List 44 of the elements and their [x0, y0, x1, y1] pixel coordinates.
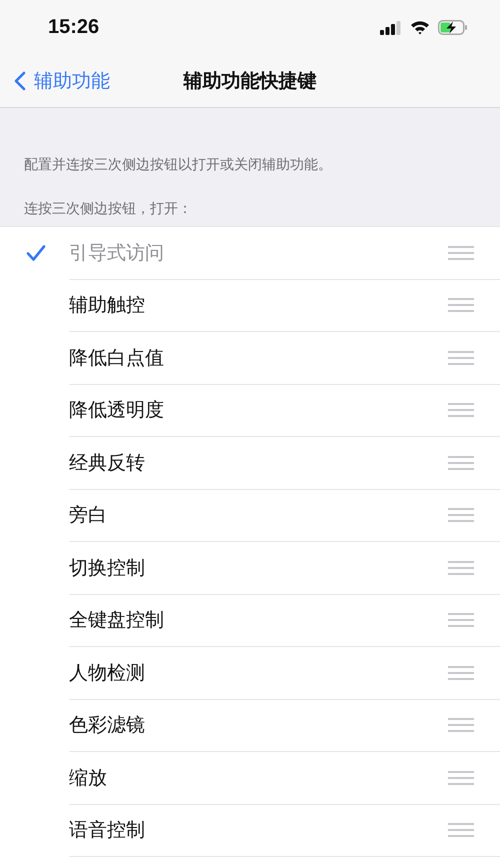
reorder-handle-icon[interactable] — [448, 718, 474, 732]
shortcut-option[interactable]: 全键盘控制 — [0, 594, 500, 647]
shortcut-option[interactable]: 降低白点值 — [0, 332, 500, 384]
reorder-handle-icon[interactable] — [448, 403, 474, 418]
option-label: 色彩滤镜 — [69, 713, 145, 738]
shortcut-option[interactable]: 语音控制 — [0, 804, 500, 857]
section-header: 连按三次侧边按钮，打开： — [24, 200, 193, 218]
back-button[interactable]: 辅助功能 — [0, 68, 110, 94]
option-label: 经典反转 — [69, 450, 145, 476]
shortcut-option[interactable]: 旁白 — [0, 490, 500, 542]
shortcut-option[interactable]: 降低透明度 — [0, 384, 500, 437]
reorder-handle-icon[interactable] — [448, 298, 474, 312]
reorder-handle-icon[interactable] — [448, 613, 474, 628]
description-text: 配置并连按三次侧边按钮以打开或关闭辅助功能。 — [24, 156, 333, 174]
status-time: 15:26 — [48, 16, 100, 39]
reorder-handle-icon[interactable] — [448, 508, 474, 522]
reorder-handle-icon[interactable] — [448, 666, 474, 680]
option-label: 语音控制 — [69, 818, 145, 844]
option-label: 旁白 — [69, 503, 107, 528]
option-label: 人物检测 — [69, 660, 145, 686]
shortcut-option[interactable]: 缩放 — [0, 752, 500, 804]
reorder-handle-icon[interactable] — [448, 350, 474, 365]
shortcut-option[interactable]: 经典反转 — [0, 437, 500, 490]
option-label: 降低透明度 — [69, 398, 164, 424]
option-label: 全键盘控制 — [69, 608, 164, 634]
page-title: 辅助功能快捷键 — [184, 69, 316, 94]
reorder-handle-icon[interactable] — [448, 823, 474, 838]
option-label: 降低白点值 — [69, 346, 164, 371]
reorder-handle-icon[interactable] — [448, 560, 474, 575]
shortcut-option[interactable]: 切换控制 — [0, 542, 500, 594]
shortcut-option[interactable]: 辅助触控 — [0, 280, 500, 332]
option-label: 缩放 — [69, 766, 107, 791]
option-label: 引导式访问 — [69, 240, 164, 266]
reorder-handle-icon[interactable] — [448, 456, 474, 470]
battery-charging-icon — [438, 20, 468, 35]
option-label: 切换控制 — [69, 556, 145, 581]
signal-icon — [380, 20, 402, 34]
option-label: 辅助触控 — [69, 293, 145, 318]
shortcut-option[interactable]: 人物检测 — [0, 647, 500, 700]
reorder-handle-icon[interactable] — [448, 770, 474, 785]
shortcut-option[interactable]: 色彩滤镜 — [0, 700, 500, 752]
chevron-left-icon — [14, 71, 26, 91]
wifi-icon — [410, 20, 430, 35]
checkmark-icon — [26, 244, 46, 262]
